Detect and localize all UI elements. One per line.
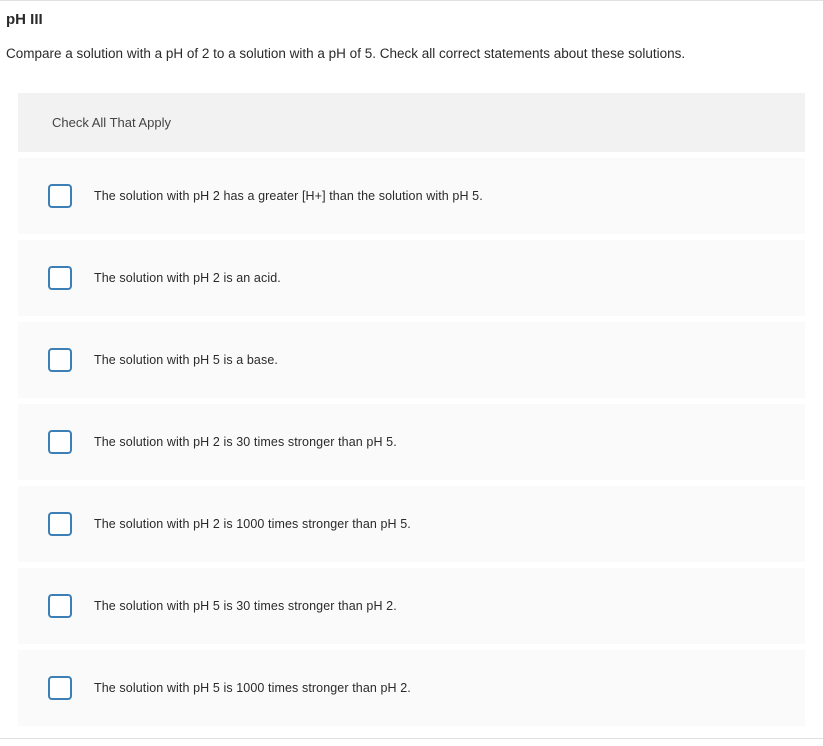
option-row: The solution with pH 5 is a base. (18, 322, 805, 398)
option-row: The solution with pH 5 is 1000 times str… (18, 650, 805, 726)
option-label: The solution with pH 2 is 30 times stron… (94, 435, 397, 449)
option-row: The solution with pH 2 is 1000 times str… (18, 486, 805, 562)
question-title: pH III (0, 1, 823, 32)
option-label: The solution with pH 2 has a greater [H+… (94, 189, 483, 203)
option-row: The solution with pH 2 is an acid. (18, 240, 805, 316)
option-checkbox-6[interactable] (48, 594, 72, 618)
instruction-bar: Check All That Apply (18, 93, 805, 152)
option-label: The solution with pH 2 is an acid. (94, 271, 281, 285)
option-label: The solution with pH 5 is 30 times stron… (94, 599, 397, 613)
option-checkbox-5[interactable] (48, 512, 72, 536)
option-checkbox-1[interactable] (48, 184, 72, 208)
options-area: The solution with pH 2 has a greater [H+… (0, 158, 823, 726)
option-checkbox-3[interactable] (48, 348, 72, 372)
option-row: The solution with pH 2 has a greater [H+… (18, 158, 805, 234)
option-row: The solution with pH 5 is 30 times stron… (18, 568, 805, 644)
option-checkbox-4[interactable] (48, 430, 72, 454)
option-checkbox-7[interactable] (48, 676, 72, 700)
question-container: pH III Compare a solution with a pH of 2… (0, 0, 823, 739)
option-checkbox-2[interactable] (48, 266, 72, 290)
option-label: The solution with pH 5 is 1000 times str… (94, 681, 411, 695)
question-prompt: Compare a solution with a pH of 2 to a s… (0, 32, 823, 81)
option-row: The solution with pH 2 is 30 times stron… (18, 404, 805, 480)
option-label: The solution with pH 2 is 1000 times str… (94, 517, 411, 531)
option-label: The solution with pH 5 is a base. (94, 353, 278, 367)
